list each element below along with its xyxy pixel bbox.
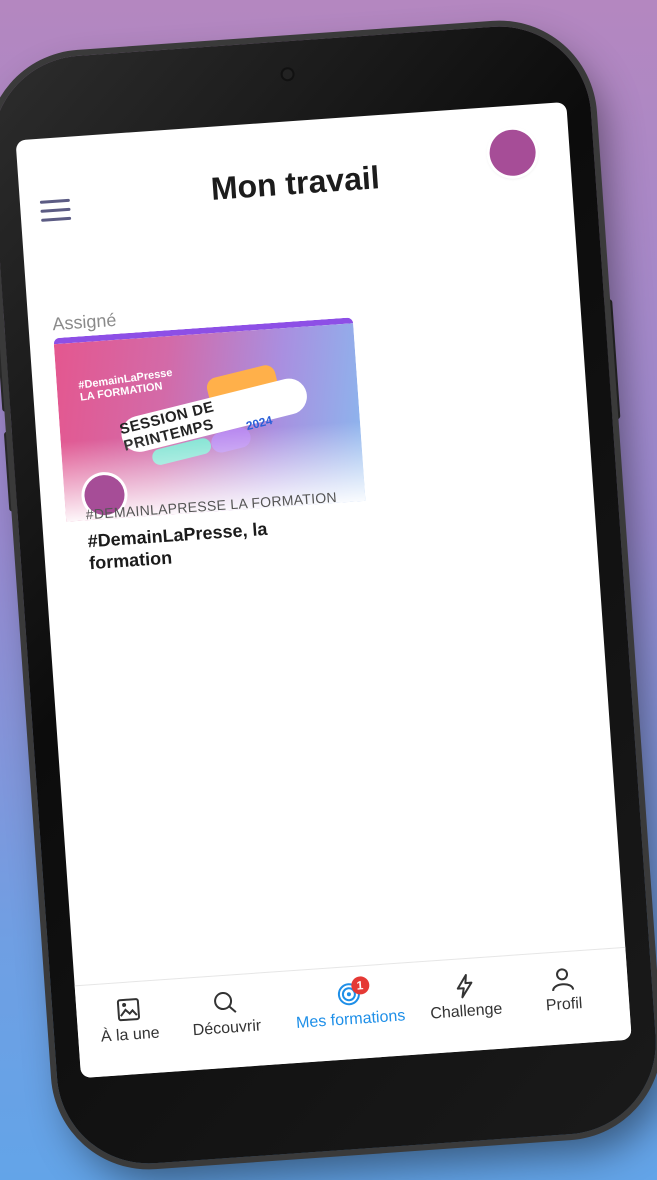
tab-a-la-une[interactable]: À la une bbox=[88, 994, 171, 1047]
page-title: Mon travail bbox=[209, 159, 381, 207]
tab-label: Mes formations bbox=[295, 1007, 406, 1032]
tab-profil[interactable]: Profil bbox=[527, 964, 600, 1017]
tab-label: Découvrir bbox=[192, 1017, 262, 1040]
image-icon bbox=[116, 998, 140, 1022]
tab-label: À la une bbox=[100, 1024, 161, 1046]
search-icon bbox=[214, 992, 237, 1013]
tab-label: Profil bbox=[545, 994, 583, 1015]
banner-brand: #DemainLaPresse LA FORMATION bbox=[77, 366, 174, 404]
tab-challenge[interactable]: Challenge bbox=[419, 970, 512, 1024]
phone-frame: Mon travail Assigné #DemainLaPresse LA F… bbox=[0, 20, 657, 1170]
section-label-assigned: Assigné bbox=[51, 309, 118, 335]
camera bbox=[282, 68, 293, 80]
phone-mockup: Mon travail Assigné #DemainLaPresse LA F… bbox=[0, 20, 657, 1170]
person-icon bbox=[552, 968, 575, 992]
app-screen: Mon travail Assigné #DemainLaPresse LA F… bbox=[15, 101, 632, 1079]
tab-decouvrir[interactable]: Découvrir bbox=[179, 987, 272, 1041]
lightning-icon bbox=[456, 974, 473, 999]
app-header: Mon travail bbox=[16, 102, 574, 250]
tab-label: Challenge bbox=[429, 1000, 503, 1023]
card-title[interactable]: #DemainLaPresse, la formation bbox=[87, 514, 329, 575]
bottom-tab-bar: À la une Découvrir 1 Mes formations Chal… bbox=[74, 946, 632, 1079]
tab-mes-formations[interactable]: 1 Mes formations bbox=[283, 975, 416, 1034]
course-card[interactable]: #DemainLaPresse LA FORMATION SESSION DE … bbox=[53, 317, 368, 573]
